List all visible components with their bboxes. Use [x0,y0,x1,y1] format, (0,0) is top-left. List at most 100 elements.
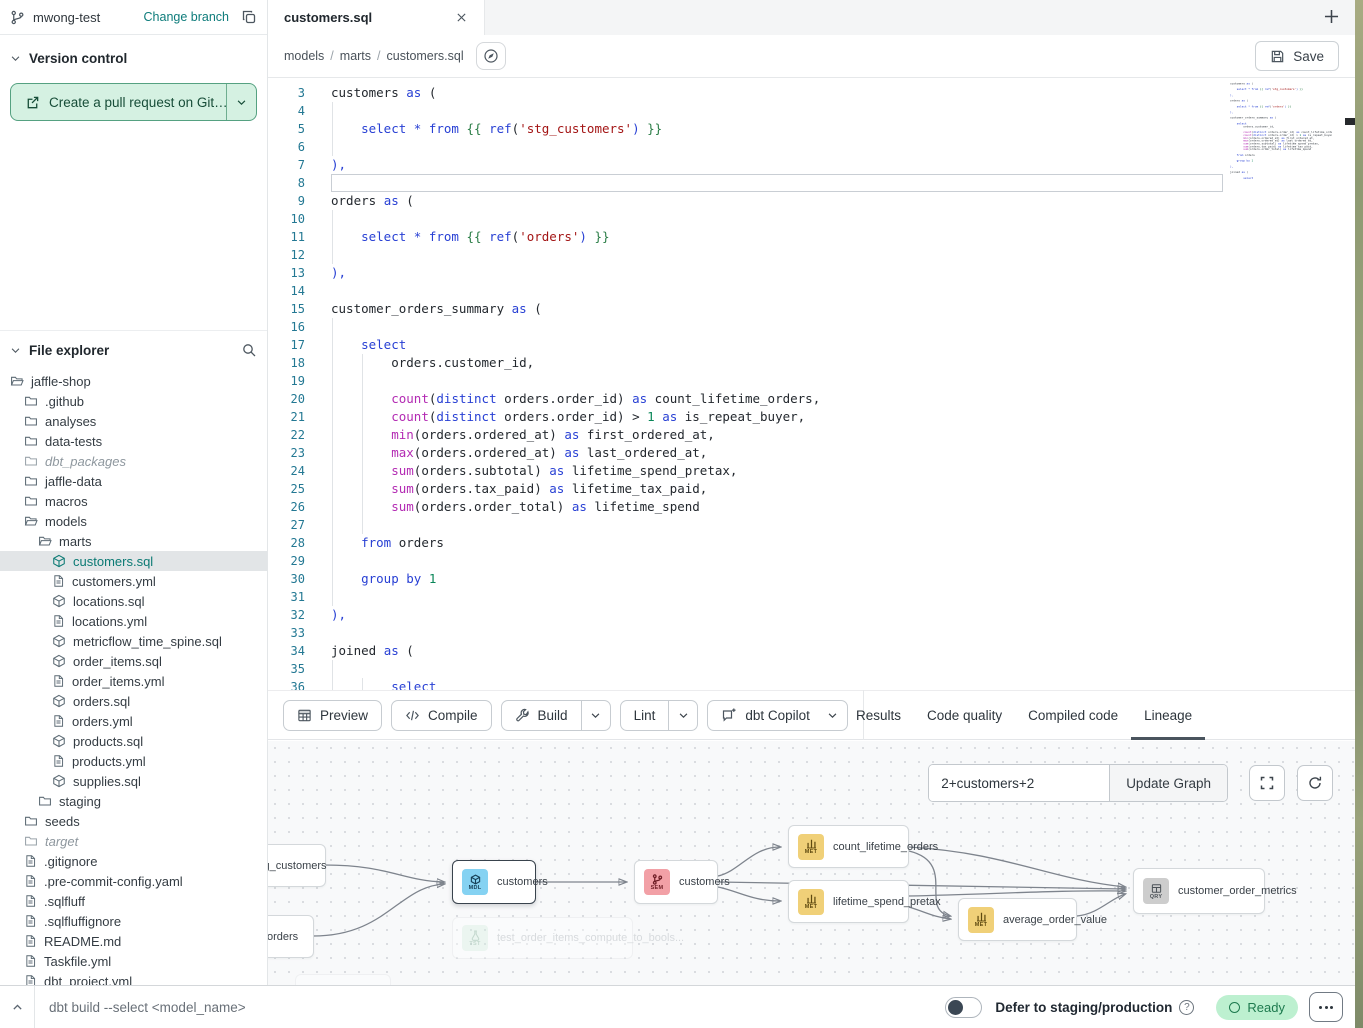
lineage-node-customers-model[interactable]: MDLcustomers [452,860,536,904]
code-line-21[interactable]: 21 count(distinct orders.order_id) > 1 a… [268,408,1355,426]
code-line-13[interactable]: 13), [268,264,1355,282]
help-icon[interactable]: ? [1179,1000,1194,1015]
more-options-button[interactable] [1309,992,1343,1022]
code-line-18[interactable]: 18 orders.customer_id, [268,354,1355,372]
compass-icon[interactable] [476,42,506,70]
preview-button[interactable]: Preview [283,700,382,731]
lineage-node-lifetime_spend_pretax[interactable]: METlifetime_spend_pretax [788,880,909,923]
code-line-16[interactable]: 16 [268,318,1355,336]
code-line-36[interactable]: 36 select [268,678,1355,690]
tree-item-locations.sql[interactable]: locations.sql [0,591,267,611]
tree-item-.pre-commit-config.yaml[interactable]: .pre-commit-config.yaml [0,871,267,891]
scrollbar-thumb[interactable] [1345,118,1355,125]
code-line-6[interactable]: 6 [268,138,1355,156]
tree-item-data-tests[interactable]: data-tests [0,431,267,451]
lineage-node-customers-semantic[interactable]: SEMcustomers [634,860,718,904]
lineage-node-stg_customers[interactable]: MDLstg_customers [268,844,326,887]
code-line-32[interactable]: 32), [268,606,1355,624]
update-graph-button[interactable]: Update Graph [1109,765,1227,801]
tab-lineage[interactable]: Lineage [1131,691,1205,740]
tree-item-seeds[interactable]: seeds [0,811,267,831]
save-button[interactable]: Save [1255,41,1339,71]
fullscreen-icon[interactable] [1249,765,1285,801]
lineage-node-orders[interactable]: MDLorders [268,915,314,958]
code-line-28[interactable]: 28 from orders [268,534,1355,552]
code-line-7[interactable]: 7), [268,156,1355,174]
compile-button[interactable]: Compile [391,700,492,731]
code-line-10[interactable]: 10 [268,210,1355,228]
code-line-27[interactable]: 27 [268,516,1355,534]
code-line-34[interactable]: 34joined as ( [268,642,1355,660]
command-input[interactable]: dbt build --select <model_name> [49,1000,246,1015]
code-line-8[interactable]: 8 [268,174,1355,192]
code-editor[interactable]: 3customers as (45 select * from {{ ref('… [268,79,1355,690]
copy-icon[interactable] [241,9,257,25]
code-line-20[interactable]: 20 count(distinct orders.order_id) as co… [268,390,1355,408]
tree-item-locations.yml[interactable]: locations.yml [0,611,267,631]
tree-item-staging[interactable]: staging [0,791,267,811]
build-dropdown-caret[interactable] [581,701,610,730]
change-branch-link[interactable]: Change branch [144,10,229,24]
defer-toggle[interactable] [945,997,982,1018]
tree-item-.github[interactable]: .github [0,391,267,411]
chevron-up-icon[interactable] [0,986,35,1028]
breadcrumb-models[interactable]: models [284,49,324,63]
tree-item-taskfile.yml[interactable]: Taskfile.yml [0,951,267,971]
tree-item-products.sql[interactable]: products.sql [0,731,267,751]
tree-item-.sqlfluffignore[interactable]: .sqlfluffignore [0,911,267,931]
tree-item-orders.yml[interactable]: orders.yml [0,711,267,731]
lint-dropdown-caret[interactable] [668,701,697,730]
lineage-node-customer_order_metrics[interactable]: QRYcustomer_order_metrics [1133,868,1265,914]
tree-item-.gitignore[interactable]: .gitignore [0,851,267,871]
tab-code-quality[interactable]: Code quality [914,691,1015,740]
code-line-5[interactable]: 5 select * from {{ ref('stg_customers') … [268,120,1355,138]
tab-compiled-code[interactable]: Compiled code [1015,691,1131,740]
tree-item-customers.sql[interactable]: customers.sql [0,551,267,571]
tree-item-products.yml[interactable]: products.yml [0,751,267,771]
create-pull-request-button[interactable]: Create a pull request on Git… [10,83,257,121]
code-line-4[interactable]: 4 [268,102,1355,120]
lint-button[interactable]: Lint [620,700,699,731]
code-line-22[interactable]: 22 min(orders.ordered_at) as first_order… [268,426,1355,444]
minimap[interactable]: customers as ( select * from {{ ref('stg… [1230,82,1332,312]
lineage-panel[interactable]: MDLstg_customers MDLorders MDLcustomers TST… [268,741,1355,985]
code-line-25[interactable]: 25 sum(orders.tax_paid) as lifetime_tax_… [268,480,1355,498]
close-icon[interactable] [455,11,468,24]
code-line-23[interactable]: 23 max(orders.ordered_at) as last_ordere… [268,444,1355,462]
code-line-19[interactable]: 19 [268,372,1355,390]
tree-item-readme.md[interactable]: README.md [0,931,267,951]
code-line-29[interactable]: 29 [268,552,1355,570]
breadcrumb-marts[interactable]: marts [340,49,371,63]
new-tab-plus-icon[interactable] [1322,7,1341,26]
chevron-down-icon[interactable] [10,53,21,64]
lineage-selector-input[interactable] [929,765,1109,801]
tree-item-macros[interactable]: macros [0,491,267,511]
tree-item-customers.yml[interactable]: customers.yml [0,571,267,591]
code-line-17[interactable]: 17 select [268,336,1355,354]
lineage-node-test-order-items[interactable]: TSTtest_order_items_compute_to_bools... [452,917,633,959]
chevron-down-icon[interactable] [10,345,21,356]
tree-item-order-items.yml[interactable]: order_items.yml [0,671,267,691]
code-line-24[interactable]: 24 sum(orders.subtotal) as lifetime_spen… [268,462,1355,480]
tree-item-jaffle-data[interactable]: jaffle-data [0,471,267,491]
code-line-9[interactable]: 9orders as ( [268,192,1355,210]
tree-item-supplies.sql[interactable]: supplies.sql [0,771,267,791]
code-line-31[interactable]: 31 [268,588,1355,606]
search-icon[interactable] [241,342,257,358]
code-line-12[interactable]: 12 [268,246,1355,264]
code-line-14[interactable]: 14 [268,282,1355,300]
code-line-33[interactable]: 33 [268,624,1355,642]
code-line-26[interactable]: 26 sum(orders.order_total) as lifetime_s… [268,498,1355,516]
tree-item-target[interactable]: target [0,831,267,851]
tree-item-metricflow-time-spine.sql[interactable]: metricflow_time_spine.sql [0,631,267,651]
tree-item-.sqlfluff[interactable]: .sqlfluff [0,891,267,911]
tree-item-orders.sql[interactable]: orders.sql [0,691,267,711]
tree-item-dbt-packages[interactable]: dbt_packages [0,451,267,471]
tree-item-models[interactable]: models [0,511,267,531]
code-line-3[interactable]: 3customers as ( [268,84,1355,102]
tab-customers-sql[interactable]: customers.sql [268,0,485,35]
code-line-11[interactable]: 11 select * from {{ ref('orders') }} [268,228,1355,246]
code-line-15[interactable]: 15customer_orders_summary as ( [268,300,1355,318]
tree-item-jaffle-shop[interactable]: jaffle-shop [0,371,267,391]
tree-item-analyses[interactable]: analyses [0,411,267,431]
